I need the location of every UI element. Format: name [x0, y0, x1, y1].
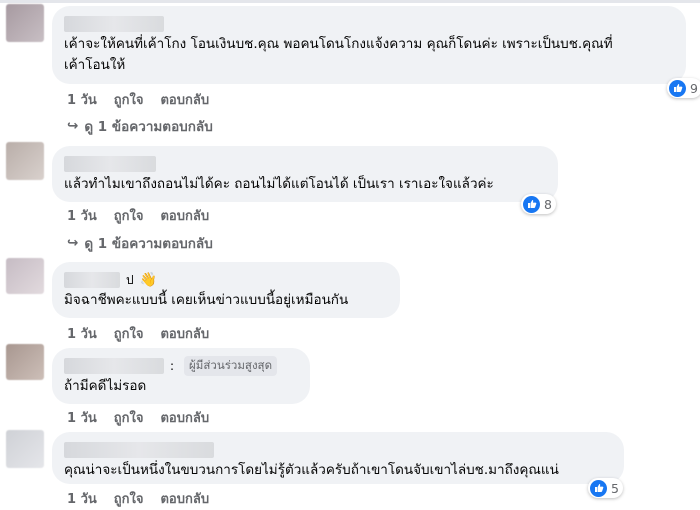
avatar[interactable]: [6, 142, 44, 180]
avatar[interactable]: [6, 344, 44, 380]
avatar[interactable]: [6, 430, 44, 468]
comment-time[interactable]: 1 วัน: [67, 89, 97, 110]
comment-author[interactable]: [64, 154, 546, 174]
reply-button[interactable]: ตอบกลับ: [160, 89, 209, 110]
thumbs-up-icon: [590, 479, 607, 497]
comment-author[interactable]: [64, 440, 612, 460]
like-button[interactable]: ถูกใจ: [114, 323, 144, 344]
comment-actions: 1 วัน ถูกใจ ตอบกลับ: [67, 89, 209, 110]
top-fan-badge: ผู้มีส่วนร่วมสูงสุด: [184, 356, 278, 376]
author-name-blurred[interactable]: [64, 358, 164, 374]
reaction-count[interactable]: 5: [588, 478, 623, 498]
comment-actions: 1 วัน ถูกใจ ตอบกลับ: [67, 407, 209, 428]
author-name-blurred[interactable]: [64, 16, 164, 32]
reaction-number: 8: [544, 196, 552, 212]
thumbs-up-icon: [523, 195, 540, 213]
reply-button[interactable]: ตอบกลับ: [160, 407, 209, 428]
view-replies-label: ดู 1 ข้อความตอบกลับ: [84, 236, 213, 252]
comment-bubble: แล้วทำไมเขาถึงถอนไม่ได้คะ ถอนไม่ได้แต่โอ…: [52, 146, 558, 202]
author-name-blurred[interactable]: [64, 156, 156, 172]
reaction-number: 9: [690, 80, 698, 96]
author-name-suffix: :: [170, 359, 175, 373]
reaction-number: 5: [611, 480, 619, 496]
comment-actions: 1 วัน ถูกใจ ตอบกลับ: [67, 205, 209, 226]
comment-text: คุณน่าจะเป็นหนึ่งในขบวนการโดยไม่รู้ตัวแล…: [64, 462, 559, 478]
comment-text: เค้าจะให้คนที่เค้าโกง โอนเงินบช.คุณ พอคน…: [64, 36, 613, 73]
reply-button[interactable]: ตอบกลับ: [160, 323, 209, 344]
view-replies-link[interactable]: ↪ ดู 1 ข้อความตอบกลับ: [67, 232, 213, 254]
comment-bubble: คุณน่าจะเป็นหนึ่งในขบวนการโดยไม่รู้ตัวแล…: [52, 432, 624, 484]
like-button[interactable]: ถูกใจ: [114, 407, 144, 428]
comment-text: มิจฉาชีพคะแบบนี้ เคยเห็นข่าวแบบนี้อยู่เห…: [64, 292, 349, 308]
like-button[interactable]: ถูกใจ: [114, 205, 144, 226]
comment-actions: 1 วัน ถูกใจ ตอบกลับ: [67, 323, 209, 344]
comment-text: ถ้ามีคดีไม่รอด: [64, 378, 147, 394]
comment-bubble: : ผู้มีส่วนร่วมสูงสุด ถ้ามีคดีไม่รอด: [52, 348, 310, 404]
thumbs-up-icon: [669, 79, 686, 97]
view-replies-label: ดู 1 ข้อความตอบกลับ: [84, 119, 213, 135]
comment-author[interactable]: : ผู้มีส่วนร่วมสูงสุด: [64, 356, 298, 376]
reaction-count[interactable]: 8: [521, 194, 556, 214]
comment-time[interactable]: 1 วัน: [67, 323, 97, 344]
author-name-blurred[interactable]: [64, 272, 120, 288]
author-name-suffix: ป: [126, 272, 134, 287]
view-replies-link[interactable]: ↪ ดู 1 ข้อความตอบกลับ: [67, 115, 213, 137]
author-name-blurred[interactable]: [64, 442, 214, 458]
like-button[interactable]: ถูกใจ: [114, 488, 144, 509]
comment-time[interactable]: 1 วัน: [67, 488, 97, 509]
comment-time[interactable]: 1 วัน: [67, 407, 97, 428]
like-button[interactable]: ถูกใจ: [114, 89, 144, 110]
reply-button[interactable]: ตอบกลับ: [160, 488, 209, 509]
reaction-count[interactable]: 9: [667, 78, 700, 98]
reply-arrow-icon: ↪: [67, 118, 79, 134]
avatar[interactable]: [6, 4, 44, 42]
comment-text: แล้วทำไมเขาถึงถอนไม่ได้คะ ถอนไม่ได้แต่โอ…: [64, 176, 494, 192]
top-divider: [0, 0, 700, 3]
comment-actions: 1 วัน ถูกใจ ตอบกลับ: [67, 488, 209, 509]
comment-bubble: เค้าจะให้คนที่เค้าโกง โอนเงินบช.คุณ พอคน…: [52, 6, 686, 84]
reply-arrow-icon: ↪: [67, 235, 79, 251]
comment-bubble: ป 👋 มิจฉาชีพคะแบบนี้ เคยเห็นข่าวแบบนี้อย…: [52, 262, 400, 318]
avatar[interactable]: [6, 258, 44, 294]
reply-button[interactable]: ตอบกลับ: [160, 205, 209, 226]
comment-author[interactable]: [64, 14, 674, 34]
comment-author[interactable]: ป 👋: [64, 270, 388, 290]
waving-hand-icon: 👋: [139, 272, 158, 288]
comment-time[interactable]: 1 วัน: [67, 205, 97, 226]
